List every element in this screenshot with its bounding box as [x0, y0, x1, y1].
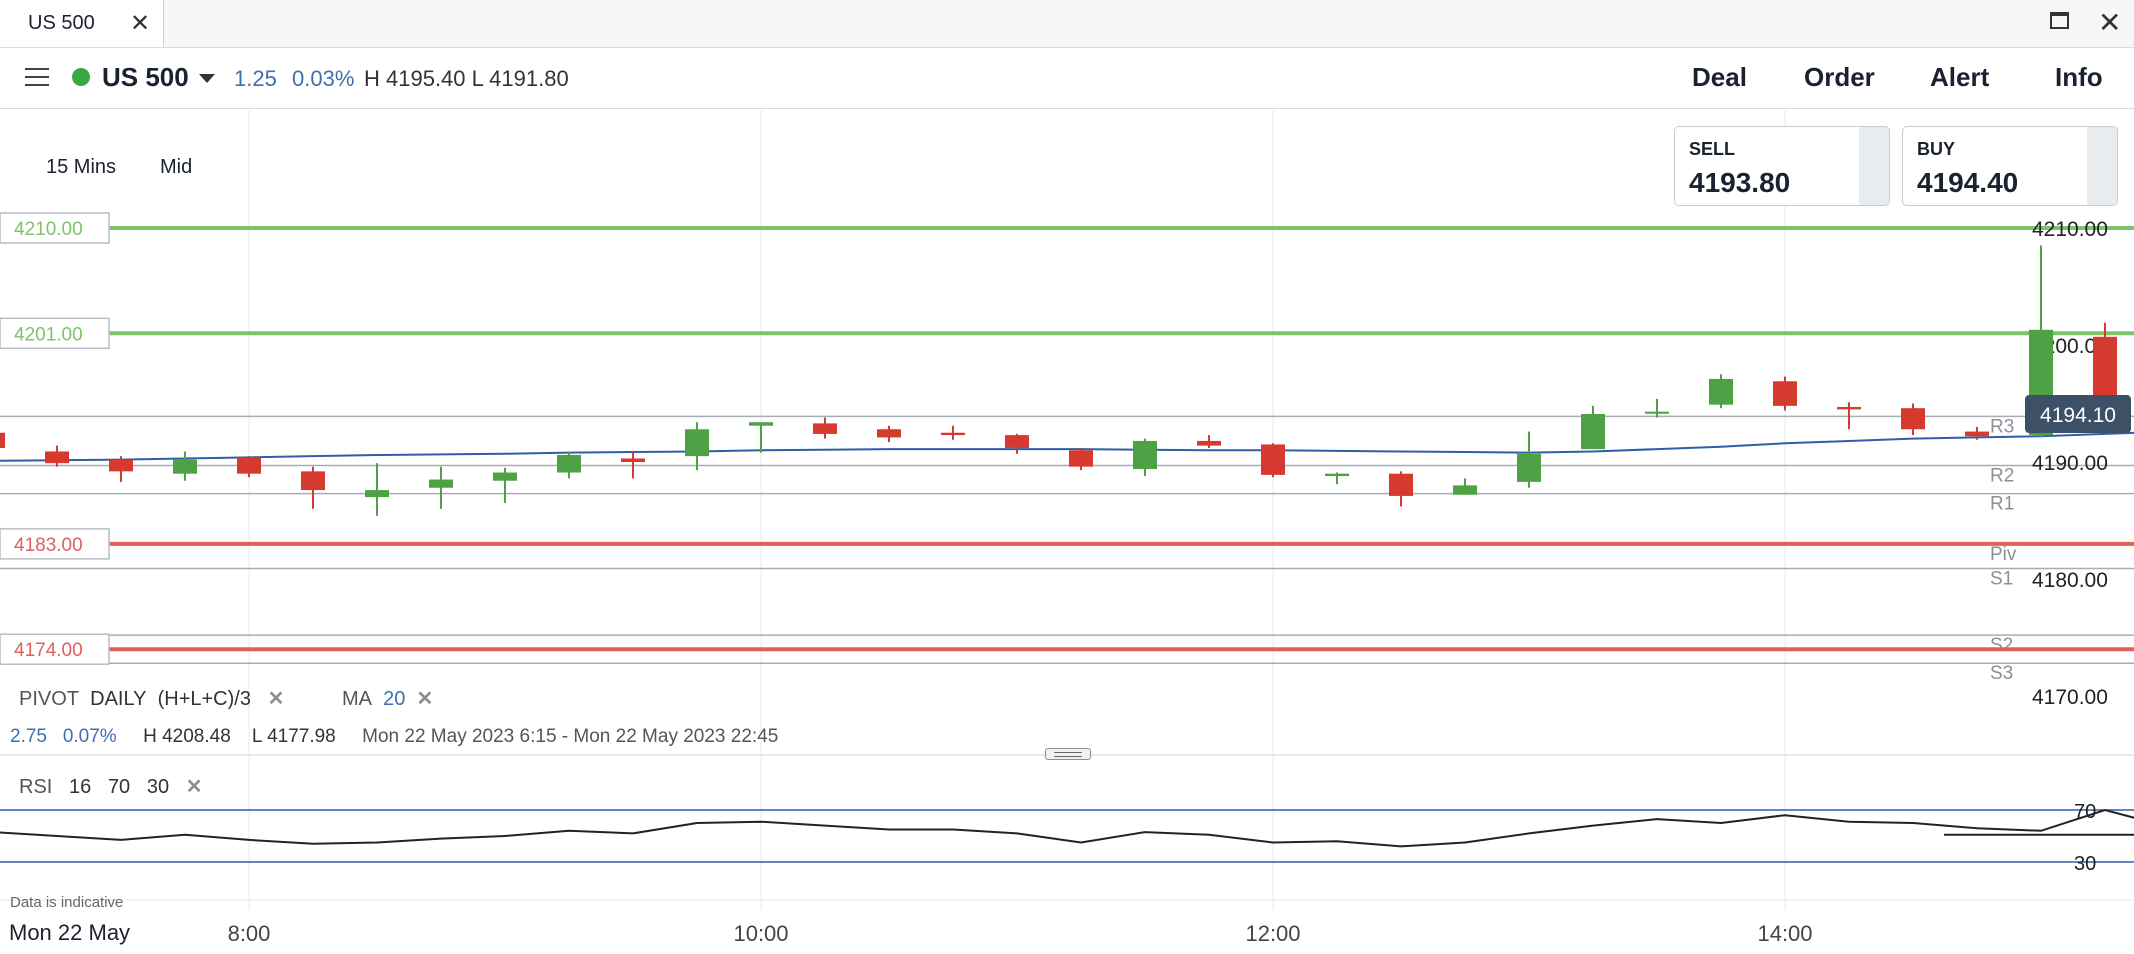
rsi-lower: 30: [146, 776, 170, 798]
rsi-name: RSI: [19, 776, 53, 798]
candle-body[interactable]: [1517, 453, 1541, 482]
candle-body[interactable]: [1069, 450, 1093, 467]
candle-body[interactable]: [685, 429, 709, 457]
price-level-label: 4174.00: [14, 640, 83, 661]
pivot-label: S1: [1990, 568, 2013, 589]
candle-body[interactable]: [1325, 473, 1349, 477]
y-tick-label: 4210.00: [2032, 218, 2108, 241]
candle-body[interactable]: [1837, 407, 1861, 410]
rsi-period: 16: [69, 776, 92, 798]
buy-quote-edge: [2087, 127, 2117, 205]
candle-body[interactable]: [429, 479, 453, 488]
candle-body[interactable]: [877, 429, 901, 438]
candle-body[interactable]: [813, 423, 837, 434]
candle-body[interactable]: [1261, 444, 1285, 475]
date-label: Mon 22 May: [9, 920, 131, 945]
pivot-name: PIVOT: [19, 688, 80, 710]
rsi-upper: 70: [107, 776, 131, 798]
price-level-label: 4201.00: [14, 324, 83, 345]
pivot-label: S3: [1990, 663, 2013, 684]
ma-period: 20: [383, 688, 406, 710]
price-level-label: 4210.00: [14, 219, 83, 240]
candle-body[interactable]: [1005, 435, 1029, 448]
moving-average-line: [0, 431, 2134, 462]
y-tick-label: 4190.00: [2032, 452, 2108, 475]
candle-body[interactable]: [1709, 378, 1733, 405]
candle-body[interactable]: [45, 451, 69, 464]
pane-resize-handle[interactable]: [1045, 748, 1091, 760]
buy-label: BUY: [1917, 139, 1956, 159]
candle-body[interactable]: [109, 459, 133, 472]
sell-label: SELL: [1689, 139, 1736, 159]
current-price-label: 4194.10: [2040, 404, 2116, 427]
candle-body[interactable]: [237, 457, 261, 474]
interval-selector[interactable]: 15 Mins: [46, 156, 116, 179]
candle-body[interactable]: [1773, 381, 1797, 406]
price-type-selector[interactable]: Mid: [160, 156, 192, 179]
summary-change-percent: 0.07%: [62, 726, 117, 747]
candle-body[interactable]: [1645, 411, 1669, 414]
summary-range: Mon 22 May 2023 6:15 - Mon 22 May 2023 2…: [362, 726, 779, 747]
candle-body[interactable]: [941, 432, 965, 436]
y-tick-label: 4170.00: [2032, 686, 2108, 709]
candle-body[interactable]: [1389, 473, 1413, 496]
pivot-label: S2: [1990, 635, 2013, 656]
summary-low: L 4177.98: [251, 726, 336, 747]
rsi-tick-label: 30: [2074, 853, 2096, 875]
buy-price: 4194.40: [1917, 167, 2019, 198]
rsi-indicator-legend: RSI 16 70 30 ✕: [19, 774, 203, 799]
price-level-label: 4183.00: [14, 535, 83, 556]
candle-body[interactable]: [1453, 485, 1477, 495]
candle-body[interactable]: [301, 471, 325, 491]
candle-body[interactable]: [1197, 440, 1221, 446]
candle-body[interactable]: [749, 422, 773, 426]
pivot-indicator-legend: PIVOT DAILY (H+L+C)/3 ✕: [19, 686, 284, 711]
candle-body[interactable]: [1901, 408, 1925, 430]
remove-ma-icon[interactable]: ✕: [417, 688, 434, 710]
pivot-label: R3: [1990, 416, 2014, 437]
pivot-period: DAILY: [90, 688, 147, 710]
x-tick-label: 8:00: [228, 921, 271, 946]
candle-body[interactable]: [557, 454, 581, 473]
remove-rsi-icon[interactable]: ✕: [186, 776, 203, 798]
chart-summary: 2.75 0.07% H 4208.48 L 4177.98 Mon 22 Ma…: [10, 726, 778, 748]
candle-body[interactable]: [493, 472, 517, 481]
ma-name: MA: [342, 688, 372, 710]
pivot-label: R2: [1990, 466, 2014, 487]
candle-body[interactable]: [621, 458, 645, 462]
data-indicative-note: Data is indicative: [10, 894, 124, 911]
summary-change: 2.75: [10, 726, 47, 747]
candle-body[interactable]: [1965, 431, 1989, 437]
remove-pivot-icon[interactable]: ✕: [268, 688, 285, 710]
sell-quote-edge: [1859, 127, 1889, 205]
pivot-formula: (H+L+C)/3: [157, 688, 251, 710]
summary-high: H 4208.48: [143, 726, 231, 747]
candle-body[interactable]: [2093, 336, 2117, 400]
candle-body[interactable]: [0, 432, 5, 448]
x-tick-label: 10:00: [733, 921, 788, 946]
rsi-line: [0, 808, 2134, 848]
candle-body[interactable]: [365, 490, 389, 498]
x-tick-label: 12:00: [1245, 921, 1300, 946]
x-tick-label: 14:00: [1757, 921, 1812, 946]
candle-body[interactable]: [173, 459, 197, 474]
candle-body[interactable]: [1133, 440, 1157, 470]
y-tick-label: 4180.00: [2032, 569, 2108, 592]
pivot-label: Piv: [1990, 544, 2017, 565]
sell-price: 4193.80: [1689, 167, 1791, 198]
buy-quote-button[interactable]: BUY 4194.40: [1902, 126, 2118, 206]
sell-quote-button[interactable]: SELL 4193.80: [1674, 126, 1890, 206]
ma-indicator-legend: MA 20 ✕: [342, 686, 433, 711]
pivot-label: R1: [1990, 494, 2014, 515]
candle-body[interactable]: [1581, 414, 1605, 450]
